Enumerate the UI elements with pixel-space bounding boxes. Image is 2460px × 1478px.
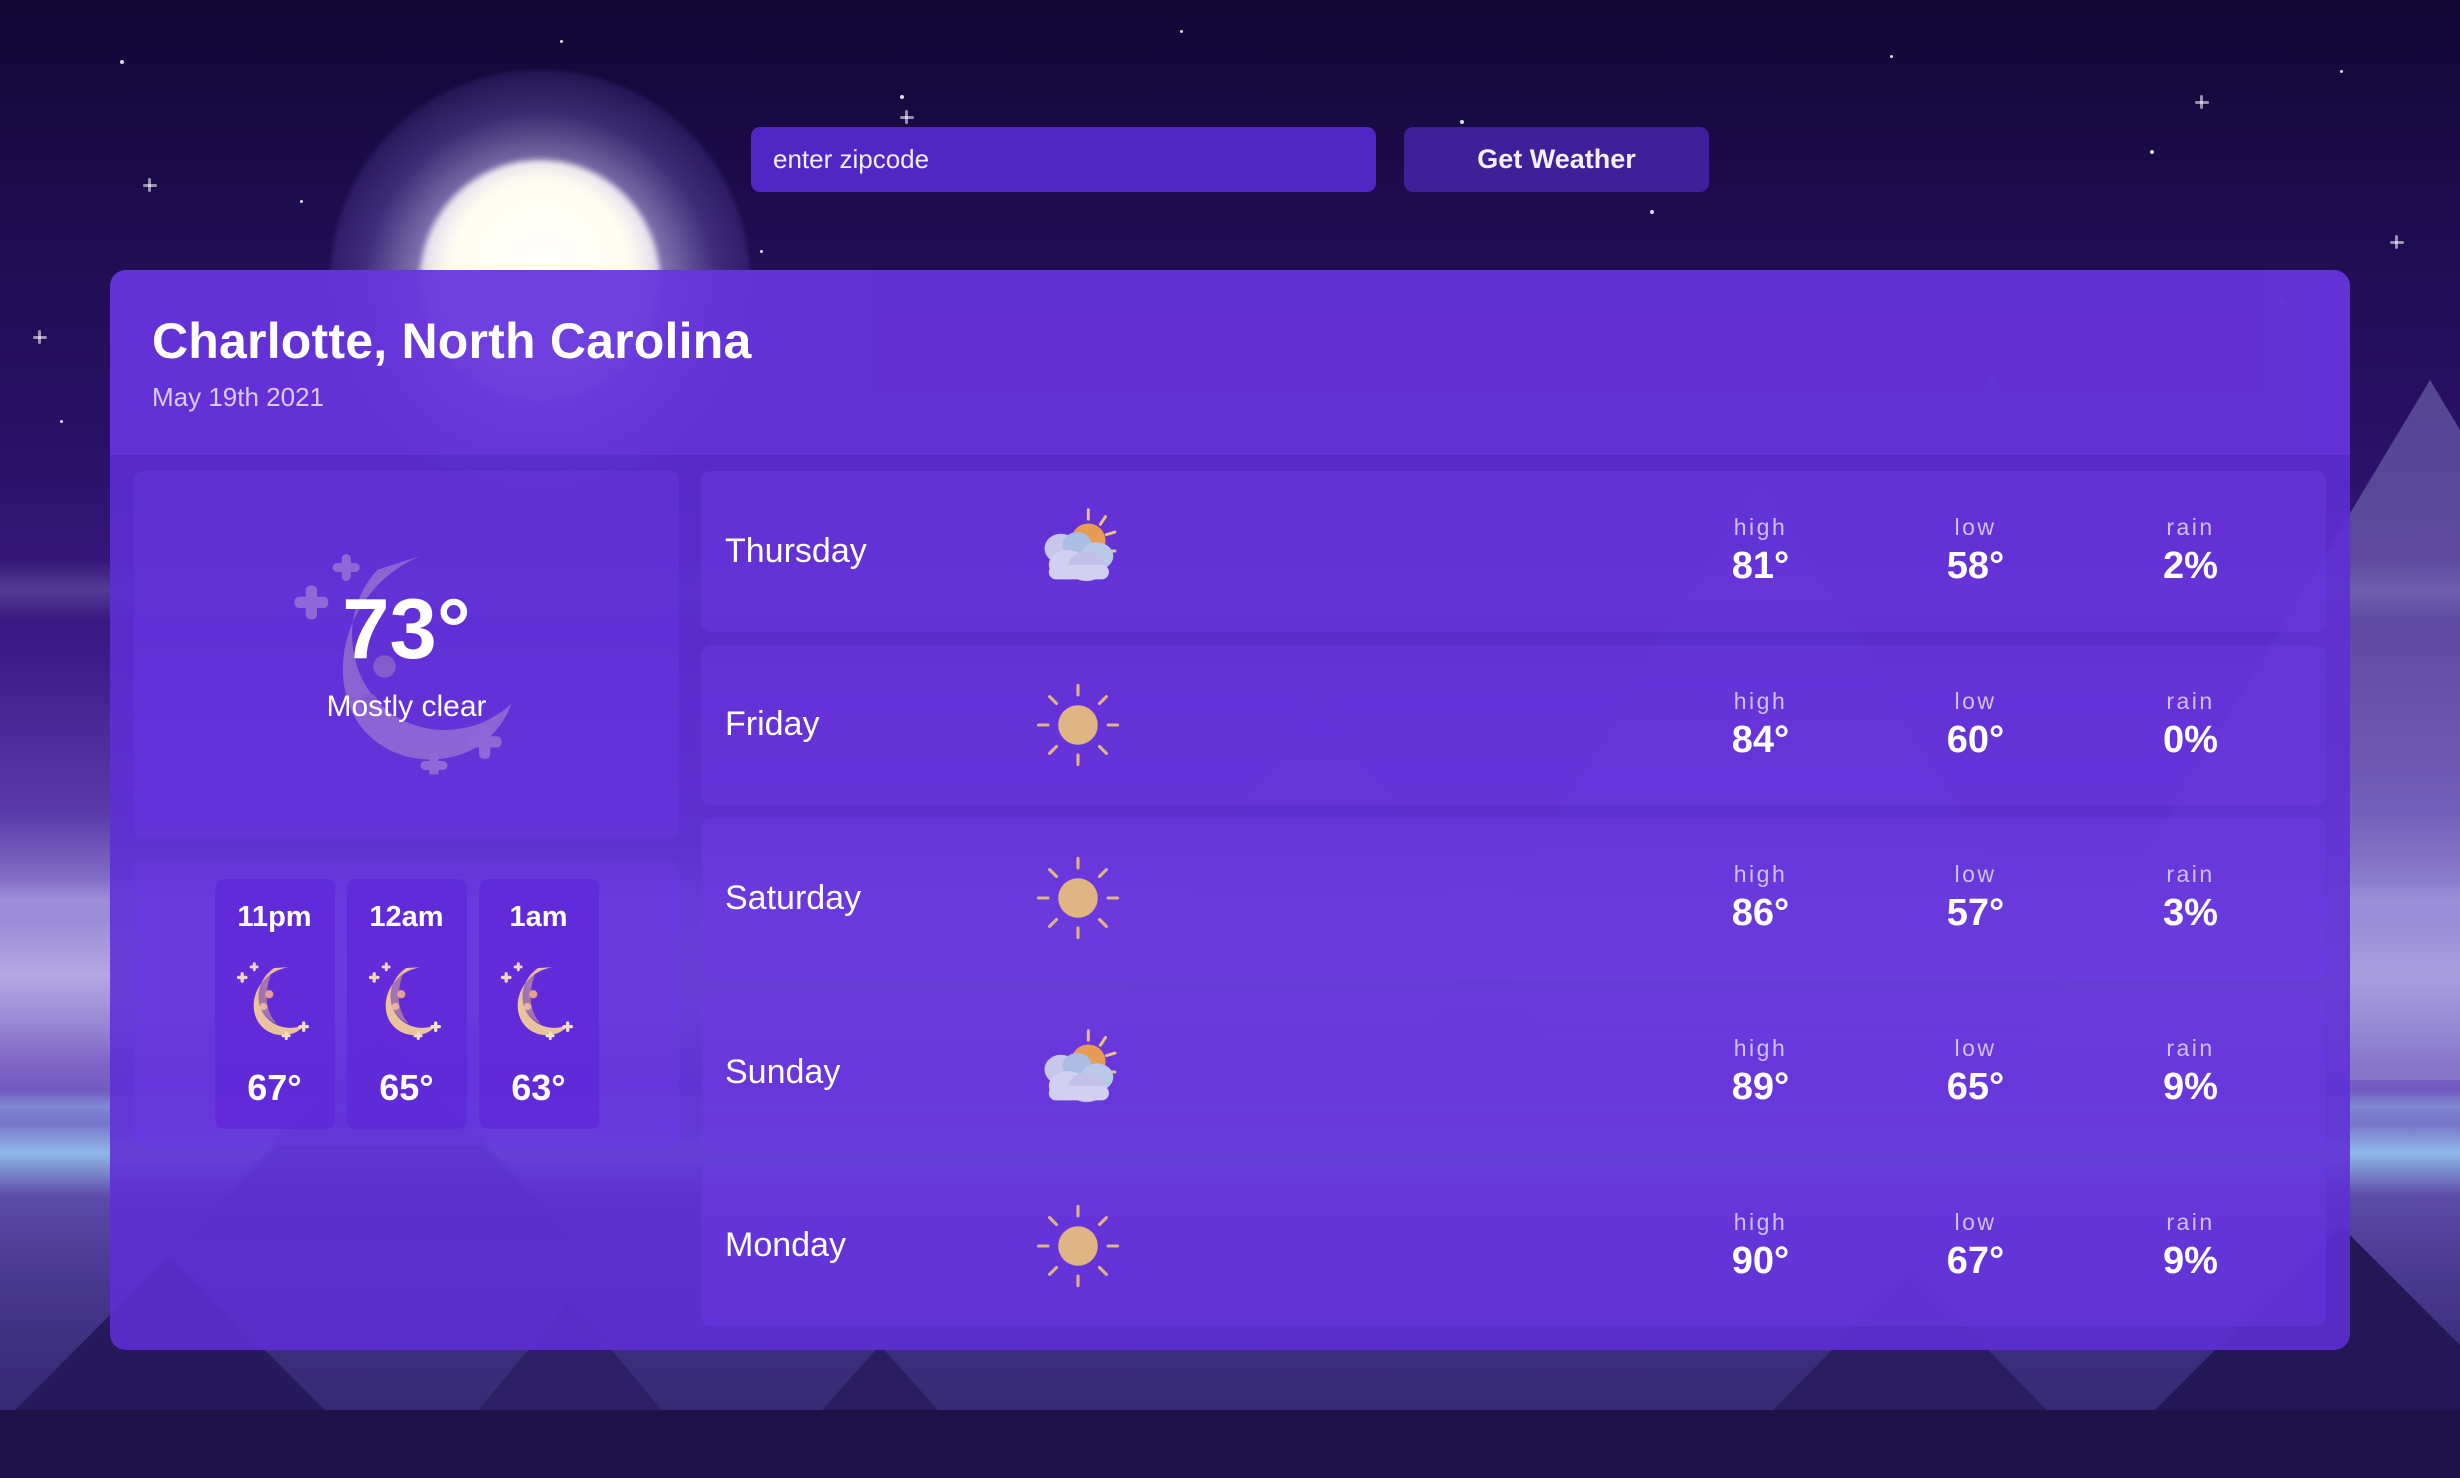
low-label: low (1954, 1208, 1997, 1235)
current-conditions-panel: 73° Mostly clear (134, 471, 679, 839)
crescent-moon-icon (368, 962, 441, 1041)
high-value: 84° (1731, 718, 1790, 761)
forecast-low: low 67° (1868, 1209, 2083, 1283)
forecast-row[interactable]: Saturday high 86° low 57° rain 3% (701, 818, 2326, 979)
hourly-temperature: 67° (247, 1066, 302, 1108)
hourly-temperature: 65° (379, 1066, 434, 1108)
current-condition-text: Mostly clear (326, 689, 487, 723)
daily-forecast-list: Thursday high 81° low 58° rain 2% Friday… (701, 471, 2326, 1326)
hourly-time: 1am (509, 900, 568, 933)
partly-cloudy-icon (1044, 508, 1117, 582)
hourly-time: 12am (369, 900, 444, 933)
rain-value: 3% (2163, 892, 2218, 935)
forecast-rain: rain 3% (2083, 861, 2298, 935)
forecast-row[interactable]: Monday high 90° low 67° rain 9% (701, 1165, 2326, 1326)
forecast-low: low 58° (1868, 514, 2083, 588)
forecast-high: high 81° (1653, 514, 1868, 588)
high-value: 90° (1731, 1239, 1790, 1282)
rain-value: 0% (2163, 718, 2218, 761)
low-value: 57° (1946, 892, 2005, 935)
high-label: high (1733, 1035, 1788, 1062)
rain-label: rain (2166, 1035, 2215, 1062)
forecast-day-name: Friday (725, 705, 820, 744)
current-date: May 19th 2021 (152, 382, 325, 412)
hourly-card[interactable]: 11pm 67° (214, 878, 335, 1129)
low-value: 65° (1946, 1066, 2005, 1109)
rain-value: 9% (2163, 1239, 2218, 1282)
hourly-time: 11pm (237, 900, 312, 933)
rain-value: 9% (2163, 1066, 2218, 1109)
low-label: low (1954, 514, 1997, 541)
rain-label: rain (2166, 861, 2215, 888)
high-label: high (1733, 1208, 1788, 1235)
crescent-moon-icon (500, 962, 573, 1041)
low-label: low (1954, 687, 1997, 714)
low-value: 67° (1946, 1239, 2005, 1282)
hourly-temperature: 63° (511, 1066, 566, 1108)
card-body: 73° Mostly clear 11pm 67° 12am 65° 1am 6… (110, 455, 2350, 1350)
forecast-low: low 65° (1868, 1035, 2083, 1109)
forecast-low: low 57° (1868, 861, 2083, 935)
search-bar: Get Weather (0, 127, 2460, 192)
forecast-day-name: Saturday (725, 878, 862, 917)
rain-value: 2% (2163, 545, 2218, 588)
forecast-high: high 86° (1653, 861, 1868, 935)
low-value: 60° (1946, 718, 2005, 761)
hourly-card[interactable]: 12am 65° (346, 878, 467, 1129)
current-temperature: 73° (342, 581, 471, 677)
forecast-rain: rain 2% (2083, 514, 2298, 588)
high-value: 86° (1731, 892, 1790, 935)
high-label: high (1733, 861, 1788, 888)
low-value: 58° (1946, 545, 2005, 588)
forecast-rain: rain 9% (2083, 1035, 2298, 1109)
rain-label: rain (2166, 1208, 2215, 1235)
hourly-forecast-panel: 11pm 67° 12am 65° 1am 63° (134, 861, 679, 1146)
forecast-high: high 89° (1653, 1035, 1868, 1109)
forecast-row[interactable]: Thursday high 81° low 58° rain 2% (701, 471, 2326, 632)
low-label: low (1954, 861, 1997, 888)
forecast-low: low 60° (1868, 688, 2083, 762)
low-label: low (1954, 1035, 1997, 1062)
forecast-rain: rain 0% (2083, 688, 2298, 762)
get-weather-button[interactable]: Get Weather (1404, 127, 1709, 192)
weather-card: Charlotte, North Carolina May 19th 2021 (110, 270, 2350, 1350)
forecast-high: high 90° (1653, 1209, 1868, 1283)
high-label: high (1733, 687, 1788, 714)
high-value: 89° (1731, 1066, 1790, 1109)
weather-app-background: Get Weather Charlotte, North Carolina Ma… (0, 0, 2460, 1478)
forecast-day-name: Thursday (725, 531, 867, 570)
rain-label: rain (2166, 687, 2215, 714)
sun-icon (1036, 683, 1120, 766)
forecast-high: high 84° (1653, 688, 1868, 762)
forecast-row[interactable]: Friday high 84° low 60° rain 0% (701, 644, 2326, 806)
partly-cloudy-icon (1044, 1029, 1117, 1103)
sun-icon (1036, 857, 1120, 940)
forecast-day-name: Monday (725, 1226, 846, 1265)
city-title: Charlotte, North Carolina (152, 313, 752, 369)
crescent-moon-icon (236, 962, 309, 1041)
forecast-row[interactable]: Sunday high 89° low 65° rain 9% (701, 991, 2326, 1153)
zipcode-input[interactable] (751, 127, 1376, 192)
card-header: Charlotte, North Carolina May 19th 2021 (110, 270, 2350, 455)
left-column: 73° Mostly clear 11pm 67° 12am 65° 1am 6… (134, 471, 679, 1326)
forecast-rain: rain 9% (2083, 1209, 2298, 1283)
hourly-card[interactable]: 1am 63° (478, 878, 599, 1129)
high-value: 81° (1731, 545, 1790, 588)
high-label: high (1733, 514, 1788, 541)
rain-label: rain (2166, 514, 2215, 541)
sun-icon (1036, 1204, 1120, 1287)
forecast-day-name: Sunday (725, 1052, 841, 1091)
